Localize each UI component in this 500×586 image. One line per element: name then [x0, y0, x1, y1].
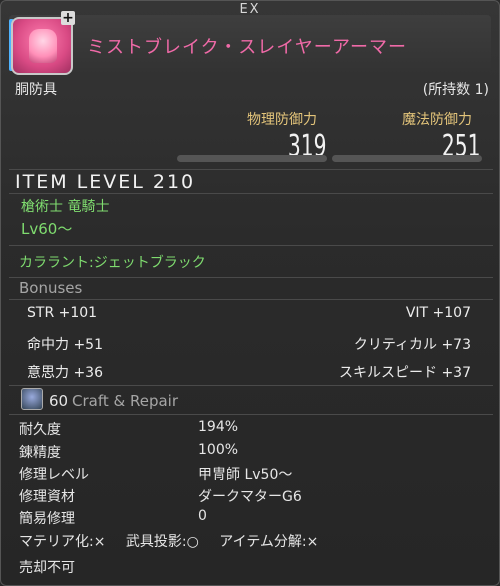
bonus-accuracy: 命中力 +51: [27, 337, 103, 353]
armorer-icon: [21, 388, 43, 410]
item-name: ミストブレイク・スレイヤーアーマー: [87, 37, 407, 58]
bonus-critical: クリティカル +73: [353, 337, 471, 353]
bonus-skill-speed: スキルスピード +37: [339, 365, 471, 381]
glamour-flag: 武具投影:○: [125, 534, 199, 550]
repair-material-value: ダークマターG6: [198, 489, 302, 505]
materia-flag: マテリア化:×: [19, 534, 106, 550]
level-requirement: Lv60～: [21, 220, 73, 238]
divider: [9, 277, 493, 278]
durability-value: 194%: [198, 419, 239, 435]
craft-level: 60: [49, 392, 69, 410]
repair-level-value: 甲冑師 Lv50～: [198, 467, 293, 483]
magic-defense-label: 魔法防御力: [402, 112, 472, 128]
divider: [9, 299, 493, 300]
sell-status: 売却不可: [19, 560, 75, 576]
job-list: 槍術士 竜騎士: [21, 199, 110, 215]
armor-icon-body: [29, 29, 57, 63]
desynth-flag: アイテム分解:×: [219, 534, 319, 550]
bonus-vit: VIT +107: [405, 305, 471, 321]
divider: [9, 414, 493, 415]
spiritbond-label: 錬精度: [19, 445, 61, 461]
quick-repair-label: 簡易修理: [19, 511, 75, 527]
bonuses-title: Bonuses: [19, 279, 83, 297]
item-flags: マテリア化:× 武具投影:○ アイテム分解:×: [19, 531, 334, 551]
bonus-str: STR +101: [27, 305, 98, 321]
divider: [9, 245, 493, 246]
dye-info: カララント:ジェットブラック: [19, 255, 206, 271]
physical-defense-label: 物理防御力: [247, 112, 317, 128]
item-tooltip: EX + ミストブレイク・スレイヤーアーマー 胴防具 (所持数 1) 物理防御力…: [0, 0, 500, 586]
magic-defense-bar: [332, 155, 482, 162]
craft-repair-title: Craft & Repair: [72, 392, 178, 410]
quick-repair-value: 0: [198, 508, 207, 524]
repair-level-label: 修理レベル: [19, 467, 89, 483]
plus-icon: +: [61, 10, 75, 26]
bonus-determination: 意思力 +36: [27, 365, 103, 381]
owned-count: (所持数 1): [422, 82, 489, 98]
item-category: 胴防具: [15, 82, 57, 98]
item-level: ITEM LEVEL 210: [15, 171, 196, 193]
durability-label: 耐久度: [19, 422, 61, 438]
spiritbond-value: 100%: [198, 442, 239, 458]
physical-defense-bar: [177, 155, 327, 162]
divider: [9, 385, 493, 386]
repair-material-label: 修理資材: [19, 489, 75, 505]
divider: [9, 169, 493, 170]
divider: [9, 193, 493, 194]
